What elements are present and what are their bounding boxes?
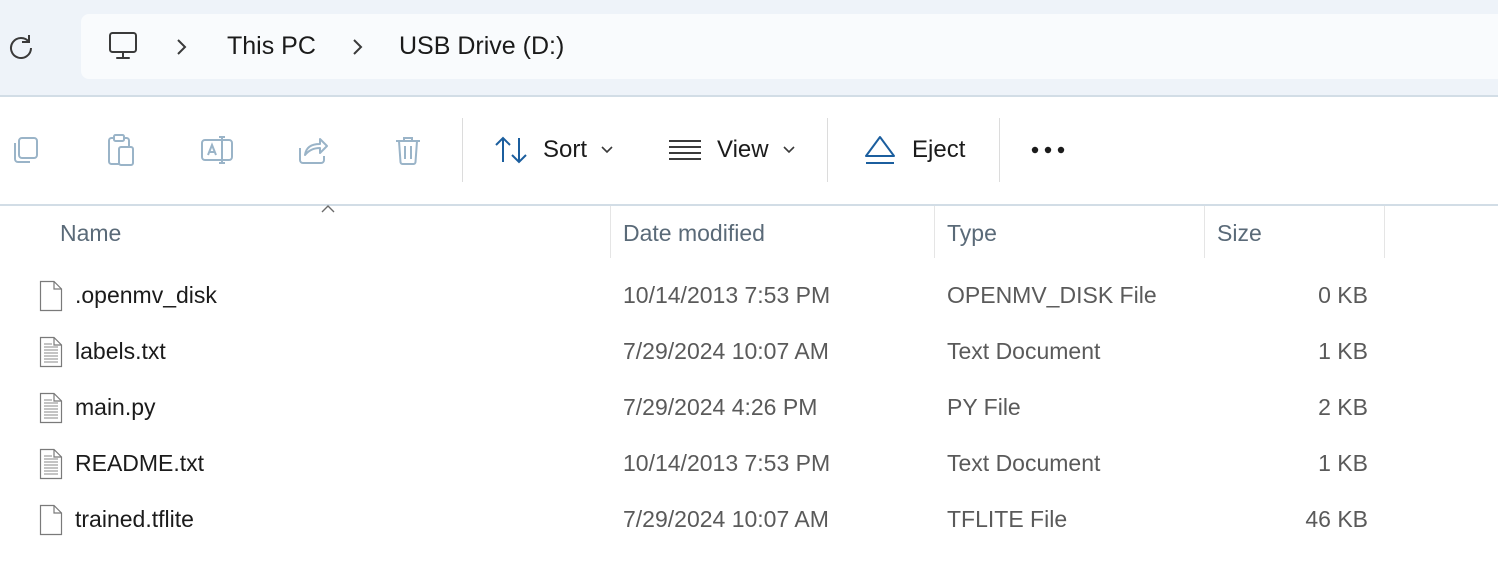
eject-label: Eject [912,136,966,163]
blank-file-icon [39,280,63,312]
file-row[interactable]: .openmv_disk 10/14/2013 7:53 PM OPENMV_DIS… [0,269,1498,325]
file-size: 46 KB [1305,506,1368,532]
computer-icon[interactable] [107,30,139,67]
chevron-down-icon [783,146,795,154]
refresh-icon [10,35,32,59]
view-button[interactable]: View [668,129,795,171]
address-bar[interactable]: This PC USB Drive (D:) [81,14,1498,79]
file-row[interactable]: labels.txt 7/29/2024 10:07 AM Text Documen… [0,325,1498,381]
eject-icon [865,136,895,164]
rename-icon [201,136,233,164]
text-file-icon [39,336,63,368]
refresh-button[interactable] [4,29,38,63]
view-lines-icon [669,140,701,160]
file-name: README.txt [75,450,205,476]
file-size: 1 KB [1318,338,1368,364]
file-row[interactable]: main.py 7/29/2024 4:26 PM PY File 2 KB [0,381,1498,437]
sort-button[interactable]: Sort [494,129,613,171]
chevron-right-icon[interactable] [171,36,191,58]
file-type: TFLITE File [947,506,1068,532]
rename-button[interactable] [199,132,235,168]
divider [827,118,828,182]
blank-file-icon [39,504,63,536]
breadcrumb-this-pc[interactable]: This PC [227,14,316,79]
more-options-button[interactable] [1027,137,1069,163]
share-button[interactable] [295,132,331,168]
file-name: labels.txt [75,338,166,364]
share-icon [299,138,328,164]
chevron-right-icon[interactable] [347,36,367,58]
column-header-type[interactable]: Type [935,206,1204,258]
eject-button[interactable]: Eject [864,129,965,171]
paste-icon [108,134,134,166]
file-type: PY File [947,394,1021,420]
file-date-modified: 10/14/2013 7:53 PM [623,282,831,308]
address-bar-region: This PC USB Drive (D:) [0,0,1498,95]
column-header-date[interactable]: Date modified [611,206,934,258]
view-label: View [717,136,769,163]
file-size: 2 KB [1318,394,1368,420]
breadcrumb-usb-drive[interactable]: USB Drive (D:) [399,14,564,79]
text-file-icon [39,392,63,424]
trash-icon [396,137,420,165]
column-header-name[interactable]: Name [0,206,610,258]
delete-button[interactable] [390,132,426,168]
column-header-label: Name [60,220,122,246]
ellipsis-icon [1031,146,1065,154]
file-date-modified: 7/29/2024 4:26 PM [623,394,818,420]
copy-button[interactable] [7,132,43,168]
divider [999,118,1000,182]
sort-icon [495,136,527,164]
column-header-size[interactable]: Size [1205,206,1384,258]
file-row[interactable]: trained.tflite 7/29/2024 10:07 AM TFLITE F… [0,493,1498,549]
copy-icon [14,137,38,163]
text-file-icon [39,448,63,480]
file-name: trained.tflite [75,506,194,532]
sort-label: Sort [543,136,588,163]
file-name: main.py [75,394,156,420]
file-size: 1 KB [1318,450,1368,476]
divider [462,118,463,182]
chevron-down-icon [601,146,613,154]
paste-button[interactable] [103,132,139,168]
file-type: Text Document [947,338,1101,364]
column-resize-handle[interactable] [1384,206,1385,258]
column-header-label: Size [1217,220,1262,246]
command-bar: Sort View Eject [0,97,1498,204]
file-type: OPENMV_DISK File [947,282,1157,308]
file-date-modified: 7/29/2024 10:07 AM [623,338,829,364]
file-row[interactable]: README.txt 10/14/2013 7:53 PM Text Documen… [0,437,1498,493]
file-date-modified: 10/14/2013 7:53 PM [623,450,831,476]
file-size: 0 KB [1318,282,1368,308]
file-name: .openmv_disk [75,282,217,308]
file-date-modified: 7/29/2024 10:07 AM [623,506,829,532]
column-header-label: Date modified [623,220,765,246]
file-type: Text Document [947,450,1101,476]
column-header-label: Type [947,220,997,246]
